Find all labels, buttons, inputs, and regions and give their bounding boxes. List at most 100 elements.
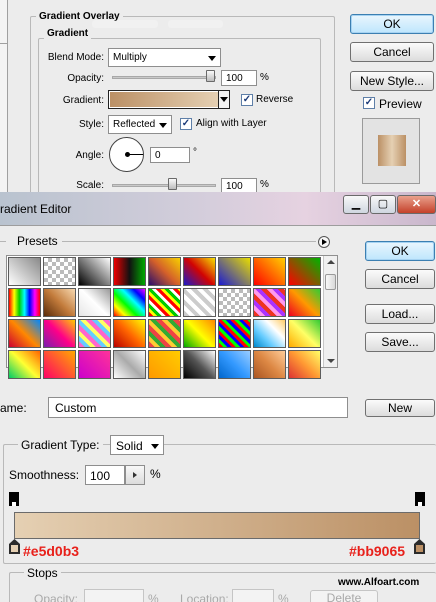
align-with-layer-checkbox[interactable]: ✓	[180, 118, 192, 130]
preset-swatch[interactable]	[253, 350, 286, 379]
arrow-right-icon	[322, 239, 327, 245]
smoothness-unit: %	[150, 467, 161, 481]
gradient-bar[interactable]	[14, 512, 420, 539]
preset-swatch[interactable]	[8, 350, 41, 379]
preset-swatch[interactable]	[218, 350, 251, 379]
scroll-thumb[interactable]	[325, 274, 336, 290]
stop-opacity-input[interactable]	[84, 589, 144, 602]
preset-swatch[interactable]	[148, 319, 181, 348]
name-input[interactable]: Custom	[48, 397, 348, 418]
style-preview-box	[362, 118, 420, 184]
opacity-slider-thumb[interactable]	[206, 70, 215, 82]
preset-swatch[interactable]	[148, 257, 181, 286]
preset-swatch[interactable]	[113, 350, 146, 379]
name-label: ame:	[0, 401, 27, 415]
angle-dial[interactable]	[109, 137, 144, 172]
watermark-text: www.Alfoart.com	[338, 577, 420, 588]
minimize-button[interactable]: ▁	[343, 195, 369, 214]
opacity-label: Opacity:	[67, 73, 104, 84]
preset-swatch[interactable]	[253, 319, 286, 348]
preset-swatch[interactable]	[43, 319, 76, 348]
opacity-slider[interactable]	[112, 76, 216, 79]
maximize-icon: ▢	[377, 198, 389, 210]
opacity-stop-right[interactable]	[415, 492, 425, 506]
scale-unit: %	[260, 179, 269, 190]
blend-mode-select[interactable]: Multiply	[108, 48, 221, 67]
preset-swatch[interactable]	[43, 288, 76, 317]
gradient-picker-dropdown[interactable]	[218, 91, 229, 108]
preset-swatch[interactable]	[288, 350, 321, 379]
angle-unit: °	[193, 147, 197, 158]
save-button[interactable]: Save...	[365, 332, 435, 352]
preset-swatch[interactable]	[43, 350, 76, 379]
opacity-input[interactable]: 100	[221, 70, 257, 86]
scale-slider[interactable]	[112, 184, 216, 187]
color-stop-right[interactable]	[414, 539, 425, 554]
preset-swatch[interactable]	[183, 319, 216, 348]
presets-scrollbar[interactable]	[323, 256, 337, 367]
preset-swatch[interactable]	[183, 288, 216, 317]
load-button[interactable]: Load...	[365, 304, 435, 324]
preset-swatch[interactable]	[78, 288, 111, 317]
new-style-button[interactable]: New Style...	[350, 71, 434, 91]
arrow-right-icon	[133, 472, 137, 478]
preset-swatch[interactable]	[78, 319, 111, 348]
preset-swatch[interactable]	[148, 350, 181, 379]
gradient-picker[interactable]	[108, 90, 230, 109]
preset-swatch[interactable]	[288, 319, 321, 348]
gradient-editor-cancel-button[interactable]: Cancel	[365, 269, 435, 289]
presets-rule	[62, 241, 316, 242]
preset-swatch[interactable]	[253, 257, 286, 286]
preset-swatch[interactable]	[8, 288, 41, 317]
preset-swatch[interactable]	[288, 257, 321, 286]
layer-style-left-divider	[0, 14, 8, 44]
gradient-editor-ok-button[interactable]: OK	[365, 241, 435, 261]
preset-swatch[interactable]	[113, 257, 146, 286]
preset-swatch[interactable]	[113, 319, 146, 348]
stop-location-input[interactable]	[232, 589, 274, 602]
titlebar-blur	[168, 20, 223, 28]
preset-swatch[interactable]	[218, 319, 251, 348]
preset-swatch[interactable]	[113, 288, 146, 317]
preset-swatch[interactable]	[43, 257, 76, 286]
preset-swatch[interactable]	[78, 350, 111, 379]
smoothness-stepper[interactable]	[125, 465, 145, 485]
color-stop-left[interactable]	[9, 539, 20, 554]
gradient-group-title: Gradient	[44, 28, 92, 39]
preset-swatch[interactable]	[183, 350, 216, 379]
gradient-preview-strip	[110, 92, 218, 107]
reverse-checkbox[interactable]: ✓	[241, 94, 253, 106]
scroll-up-icon[interactable]	[327, 260, 335, 264]
smoothness-input[interactable]: 100	[85, 465, 125, 485]
preset-swatch[interactable]	[253, 288, 286, 317]
gradient-type-select[interactable]: Solid	[110, 435, 164, 455]
presets-menu-button[interactable]	[318, 236, 330, 248]
new-button[interactable]: New	[365, 399, 435, 417]
close-button[interactable]: ✕	[397, 195, 436, 214]
maximize-button[interactable]: ▢	[370, 195, 396, 214]
layer-style-cancel-button[interactable]: Cancel	[350, 42, 434, 62]
delete-button[interactable]: Delete	[310, 590, 378, 602]
minimize-icon: ▁	[351, 198, 361, 210]
preview-checkbox[interactable]: ✓	[363, 97, 375, 109]
preset-swatch[interactable]	[218, 257, 251, 286]
preset-swatch[interactable]	[183, 257, 216, 286]
preset-swatch[interactable]	[288, 288, 321, 317]
preview-label: Preview	[379, 97, 422, 111]
angle-input[interactable]: 0	[150, 147, 190, 163]
chevron-down-icon	[159, 123, 167, 128]
presets-grid	[8, 257, 324, 379]
scale-slider-thumb[interactable]	[168, 178, 177, 190]
scroll-down-icon[interactable]	[327, 359, 335, 363]
opacity-stop-left[interactable]	[9, 492, 19, 506]
preset-swatch[interactable]	[78, 257, 111, 286]
scale-label: Scale:	[76, 180, 104, 191]
style-select[interactable]: Reflected	[108, 115, 172, 134]
preset-swatch[interactable]	[8, 319, 41, 348]
preset-swatch[interactable]	[8, 257, 41, 286]
layer-style-ok-button[interactable]: OK	[350, 14, 434, 34]
preset-swatch[interactable]	[218, 288, 251, 317]
presets-rule	[0, 241, 6, 242]
preset-swatch[interactable]	[148, 288, 181, 317]
angle-dial-center	[125, 152, 130, 157]
